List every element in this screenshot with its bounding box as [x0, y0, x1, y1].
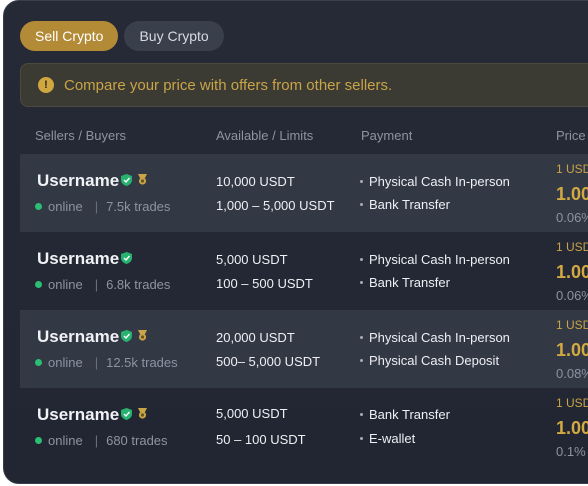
- col-price: Price: [556, 128, 586, 143]
- available-amount: 20,000 USDT: [216, 330, 295, 345]
- table-header: Sellers / Buyers Available / Limits Paym…: [4, 128, 588, 144]
- payment-method: Physical Cash In-person: [360, 330, 510, 345]
- available-amount: 10,000 USDT: [216, 174, 295, 189]
- payment-method: Physical Cash In-person: [360, 174, 510, 189]
- price-premium: 0.1%: [556, 444, 586, 459]
- price-value: 1.00: [556, 184, 588, 204]
- trade-count: 12.5k trades: [106, 355, 178, 370]
- verified-icon: [121, 174, 132, 186]
- online-dot: [35, 281, 42, 288]
- verified-icon: [121, 252, 132, 264]
- medal-icon: [138, 330, 147, 341]
- notice-text: Compare your price with offers from othe…: [64, 76, 393, 94]
- seller-status: online | 6.8k trades: [35, 277, 170, 292]
- table-row[interactable]: Username online | 680 trades 5,000 USDT …: [20, 388, 588, 466]
- online-label: online: [48, 199, 83, 214]
- username[interactable]: Username: [37, 405, 119, 425]
- trade-count: 6.8k trades: [106, 277, 171, 292]
- table-row[interactable]: Username online | 6.8k trades 5,000 USDT…: [20, 232, 588, 310]
- col-sellers-buyers: Sellers / Buyers: [35, 128, 127, 143]
- col-available-limits: Available / Limits: [216, 128, 314, 143]
- payment-method: Physical Cash Deposit: [360, 353, 499, 368]
- payment-method: Physical Cash In-person: [360, 252, 510, 267]
- p2p-panel: Sell Crypto Buy Crypto ! Compare your pr…: [3, 0, 588, 484]
- verified-icon: [121, 408, 132, 420]
- medal-icon: [138, 408, 147, 419]
- limit-range: 500– 5,000 USDT: [216, 354, 321, 369]
- price-premium: 0.06%: [556, 288, 588, 303]
- seller-status: online | 7.5k trades: [35, 199, 170, 214]
- online-dot: [35, 203, 42, 210]
- online-label: online: [48, 277, 83, 292]
- tab-sell-crypto[interactable]: Sell Crypto: [20, 21, 119, 51]
- seller-status: online | 12.5k trades: [35, 355, 178, 370]
- online-label: online: [48, 355, 83, 370]
- trade-count: 7.5k trades: [106, 199, 171, 214]
- table-row[interactable]: Username online | 12.5k trades 20,000 US…: [20, 310, 588, 388]
- username[interactable]: Username: [37, 171, 119, 191]
- tab-buy-crypto[interactable]: Buy Crypto: [124, 21, 224, 51]
- verified-icon: [121, 330, 132, 342]
- limit-range: 50 – 100 USDT: [216, 432, 306, 447]
- payment-method: Bank Transfer: [360, 407, 450, 422]
- online-dot: [35, 437, 42, 444]
- info-icon: !: [38, 77, 54, 93]
- col-payment: Payment: [361, 128, 413, 143]
- price-value: 1.00: [556, 418, 588, 438]
- online-label: online: [48, 433, 83, 448]
- table-row[interactable]: Username online | 7.5k trades 10,000 USD…: [20, 154, 588, 232]
- price-unit: 1 USD: [556, 240, 588, 254]
- price-value: 1.00: [556, 340, 588, 360]
- price-unit: 1 USD: [556, 162, 588, 176]
- price-unit: 1 USD: [556, 396, 588, 410]
- seller-status: online | 680 trades: [35, 433, 168, 448]
- online-dot: [35, 359, 42, 366]
- username[interactable]: Username: [37, 327, 119, 347]
- price-premium: 0.06%: [556, 210, 588, 225]
- payment-method: Bank Transfer: [360, 197, 450, 212]
- price-value: 1.00: [556, 262, 588, 282]
- available-amount: 5,000 USDT: [216, 406, 288, 421]
- medal-icon: [138, 174, 147, 185]
- price-premium: 0.08%: [556, 366, 588, 381]
- username[interactable]: Username: [37, 249, 119, 269]
- trade-count: 680 trades: [106, 433, 168, 448]
- payment-method: Bank Transfer: [360, 275, 450, 290]
- trade-type-tabs: Sell Crypto Buy Crypto: [20, 21, 224, 51]
- price-unit: 1 USD: [556, 318, 588, 332]
- available-amount: 5,000 USDT: [216, 252, 288, 267]
- limit-range: 100 – 500 USDT: [216, 276, 313, 291]
- limit-range: 1,000 – 5,000 USDT: [216, 198, 335, 213]
- price-notice: ! Compare your price with offers from ot…: [20, 63, 588, 107]
- payment-method: E-wallet: [360, 431, 415, 446]
